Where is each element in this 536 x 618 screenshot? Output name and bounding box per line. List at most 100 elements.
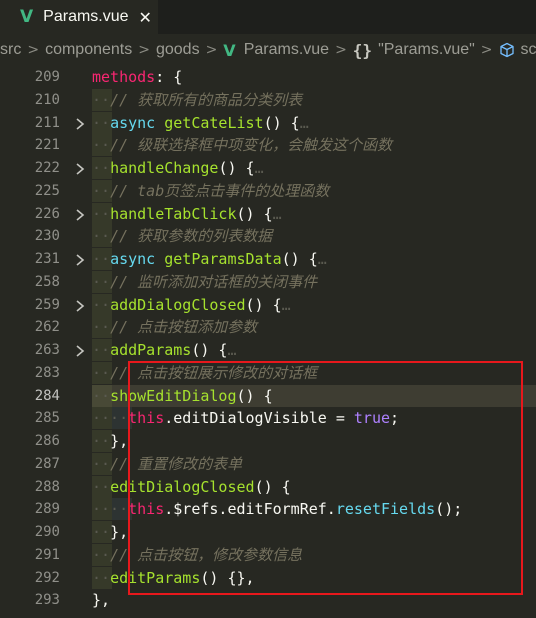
chevron-right-icon: >	[480, 42, 493, 58]
code-token: : {	[155, 68, 183, 86]
code-token: this	[128, 500, 165, 519]
code-line[interactable]: 258 ··// 监听添加对话框的关闭事件	[0, 270, 536, 294]
code-token: // 重置修改的表单	[110, 454, 243, 473]
line-number: 231	[34, 251, 60, 267]
code-line[interactable]: 222 ··handleChange() {…	[0, 157, 536, 180]
line-number: 259	[34, 296, 60, 313]
code-text: ··// 点击按钮，修改参数信息	[92, 545, 303, 564]
line-number: 263	[34, 342, 60, 358]
code-line[interactable]: 286 ··},	[0, 430, 536, 453]
code-token: // 级联选择框中项变化，会触发这个函数	[110, 136, 393, 155]
code-text: methods: {	[92, 66, 182, 88]
code-line[interactable]: 230 ··// 获取参数的列表数据	[0, 225, 536, 248]
chevron-right-icon[interactable]	[74, 207, 86, 221]
code-line[interactable]: 263 ··addParams() {…	[0, 339, 536, 362]
code-editor[interactable]: 209 methods: {210 ··// 获取所有的商品分类列表 211 ··asy…	[0, 66, 536, 618]
line-number: 211	[34, 114, 60, 131]
chevron-right-icon: >	[138, 42, 150, 58]
code-line[interactable]: 211 ··async getCateList() {…	[0, 111, 536, 135]
code-token: methods	[92, 68, 156, 86]
line-number: 230	[34, 228, 60, 245]
code-line[interactable]: 209 methods: {	[0, 66, 536, 89]
code-token: // 获取参数的列表数据	[110, 227, 273, 246]
code-text: ··handleChange() {…	[92, 159, 264, 177]
code-text: ··async getCateList() {…	[92, 113, 309, 132]
code-token: ;	[390, 409, 400, 428]
line-number: 210	[34, 91, 60, 108]
line-number: 286	[34, 433, 60, 449]
breadcrumb: src > components > goods > V Params.vue …	[0, 34, 536, 66]
breadcrumb-script[interactable]: scr	[521, 41, 536, 59]
vue-icon: V	[20, 7, 34, 27]
line-number: 262	[34, 319, 60, 336]
close-icon[interactable]: ✕	[139, 8, 152, 27]
breadcrumb-goods[interactable]: goods	[156, 41, 200, 59]
code-line[interactable]: 284 ··showEditDialog() {	[0, 384, 536, 408]
code-line[interactable]: 225 ··// tab页签点击事件的处理函数	[0, 179, 536, 203]
breadcrumb-src[interactable]: src	[0, 41, 21, 59]
code-text: ··},	[92, 523, 129, 541]
chevron-right-icon[interactable]	[74, 252, 86, 266]
code-line[interactable]: 262 ··// 点击按钮添加参数	[0, 316, 536, 339]
code-line[interactable]: 292 ··editParams() {},	[0, 566, 536, 590]
code-text: ··editDialogClosed() {	[92, 477, 291, 496]
code-line[interactable]: 293},	[0, 589, 536, 612]
code-text: ··},	[92, 432, 129, 450]
code-token: // 监听添加对话框的关闭事件	[110, 272, 318, 291]
chevron-right-icon[interactable]	[74, 343, 86, 357]
line-number: 287	[34, 455, 60, 472]
tab-params-vue[interactable]: V Params.vue ✕	[0, 0, 158, 34]
chevron-right-icon[interactable]	[74, 161, 86, 175]
code-text: ··editParams() {},	[92, 568, 255, 587]
code-token: () {	[191, 341, 228, 359]
code-token: () {},	[200, 568, 255, 587]
code-line[interactable]: 283 ··// 点击按钮展示修改的对话框	[0, 361, 536, 385]
braces-icon: {}	[352, 40, 373, 60]
breadcrumb-file[interactable]: Params.vue	[244, 41, 329, 59]
code-token: () {	[281, 250, 318, 268]
code-token: () {	[236, 204, 273, 223]
code-text: ··// 获取参数的列表数据	[92, 227, 273, 246]
code-token: …	[281, 295, 291, 314]
code-line[interactable]: 289 ····this.$refs.editFormRef.resetField…	[0, 498, 536, 521]
code-token: editDialogClosed	[110, 477, 255, 496]
code-line[interactable]: 285 ····this.editDialogVisible = true;	[0, 407, 536, 430]
chevron-right-icon[interactable]	[74, 298, 86, 312]
line-number: 285	[34, 410, 60, 427]
code-line[interactable]: 287 ··// 重置修改的表单	[0, 452, 536, 476]
chevron-right-icon[interactable]	[74, 116, 86, 130]
code-line[interactable]: 226 ··handleTabClick() {…	[0, 202, 536, 226]
code-token: // tab页签点击事件的处理函数	[110, 181, 330, 200]
code-text: },	[92, 589, 110, 611]
code-line[interactable]: 259 ··addDialogClosed() {…	[0, 293, 536, 317]
code-line[interactable]: 231 ··async getParamsData() {…	[0, 248, 536, 271]
code-line[interactable]: 290 ··},	[0, 521, 536, 544]
code-token: },	[92, 591, 111, 610]
line-number: 258	[34, 273, 60, 290]
code-token: async	[110, 250, 156, 268]
code-line[interactable]: 210 ··// 获取所有的商品分类列表	[0, 88, 536, 112]
code-text: ··// 点击按钮展示修改的对话框	[92, 363, 318, 382]
breadcrumb-components[interactable]: components	[45, 41, 132, 59]
line-number: 283	[34, 364, 60, 381]
tab-bar: V Params.vue ✕	[0, 0, 536, 34]
line-number: 222	[34, 160, 60, 176]
code-line[interactable]: 221 ··// 级联选择框中项变化，会触发这个函数	[0, 134, 536, 157]
chevron-right-icon: >	[335, 42, 347, 58]
code-text: ··addDialogClosed() {…	[92, 295, 291, 314]
line-number: 292	[34, 569, 60, 586]
code-text: ··// tab页签点击事件的处理函数	[92, 181, 330, 200]
line-number: 284	[34, 387, 60, 404]
code-token: () {	[245, 295, 282, 314]
code-token: true	[353, 409, 391, 428]
code-line[interactable]: 291 ··// 点击按钮，修改参数信息	[0, 543, 536, 567]
code-token: getParamsData	[164, 250, 282, 268]
line-number: 221	[34, 137, 60, 154]
line-number: 291	[34, 546, 60, 563]
code-token: () {	[254, 477, 291, 496]
breadcrumb-module[interactable]: "Params.vue"	[378, 41, 475, 59]
code-text: ··// 级联选择框中项变化，会触发这个函数	[92, 136, 393, 155]
code-line[interactable]: 288 ··editDialogClosed() {	[0, 475, 536, 499]
code-token: },	[110, 523, 129, 541]
